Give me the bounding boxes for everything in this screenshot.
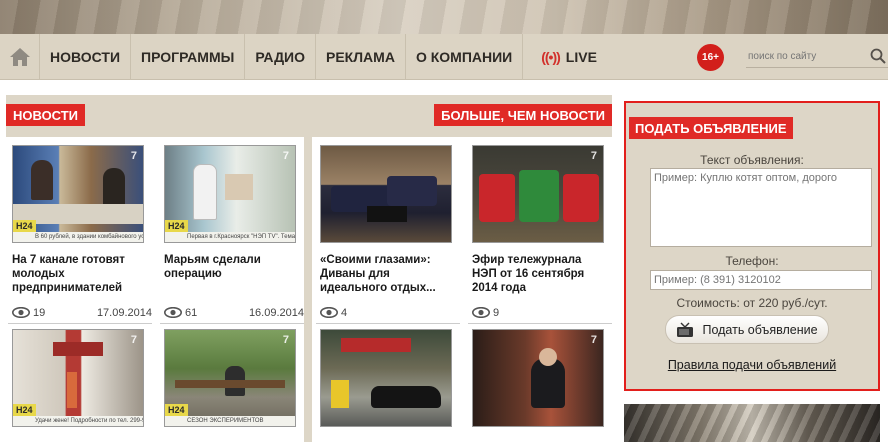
phone-field[interactable] — [650, 270, 872, 290]
submit-ad-label: Подать объявление — [702, 322, 818, 337]
view-count: 19 — [8, 307, 45, 319]
search-input[interactable] — [746, 51, 864, 62]
h24-logo: Н24 — [13, 220, 36, 232]
view-count-value: 9 — [493, 306, 500, 319]
channel-logo: 7 — [282, 150, 289, 162]
news-thumbnail[interactable]: 7 Н24 Удачи жене! Подробности по тел. 29… — [12, 329, 144, 427]
top-banner-image — [0, 0, 888, 34]
section-header-bar: НОВОСТИ БОЛЬШЕ, ЧЕМ НОВОСТИ — [6, 95, 612, 137]
view-count-value: 4 — [341, 306, 348, 319]
nav-item-radio[interactable]: РАДИО — [245, 33, 316, 80]
news-thumbnail[interactable] — [320, 329, 452, 427]
news-title[interactable]: Эфир тележурнала НЭП от 16 сентября 2014… — [472, 253, 606, 295]
main-navigation: НОВОСТИ ПРОГРАММЫ РАДИО РЕКЛАМА О КОМПАН… — [0, 33, 888, 80]
news-thumbnail[interactable]: 7 Н24 В 60 рублей, в здании комбайнового… — [12, 145, 144, 243]
nav-item-programs[interactable]: ПРОГРАММЫ — [131, 33, 246, 80]
h24-logo: Н24 — [165, 220, 188, 232]
view-count-value: 19 — [33, 306, 46, 319]
submit-ad-title: ПОДАТЬ ОБЪЯВЛЕНИЕ — [629, 117, 793, 139]
news-title[interactable]: «Своими глазами»: Диваны для идеального … — [320, 253, 454, 295]
news-thumbnail[interactable]: 7 — [472, 145, 604, 243]
h24-logo: Н24 — [13, 404, 36, 416]
nav-item-advertising[interactable]: РЕКЛАМА — [316, 33, 406, 80]
channel-logo: 7 — [130, 150, 137, 162]
news-title[interactable]: На 7 канале готовят молодых предпринимат… — [12, 253, 146, 295]
column-divider — [304, 137, 312, 442]
eye-icon — [12, 307, 30, 318]
ad-cost-text: Стоимость: от 220 руб./сут. — [676, 296, 828, 310]
news-date: 16.09.2014 — [248, 306, 304, 319]
submit-ad-panel: ПОДАТЬ ОБЪЯВЛЕНИЕ Текст объявления: Теле… — [624, 101, 880, 391]
news-meta: 61 16.09.2014 — [160, 302, 304, 324]
news-ticker: СЕЗОН ЭКСПЕРИМЕНТОВ — [165, 416, 295, 426]
ad-rules-link[interactable]: Правила подачи объявлений — [626, 358, 878, 372]
news-date: 17.09.2014 — [96, 306, 152, 319]
view-count: 4 — [316, 307, 347, 319]
news-thumbnail[interactable]: 7 Н24 Первая в г.Красноярск "НЭП ТV". Те… — [164, 145, 296, 243]
broadcast-icon: ((•)) — [541, 48, 561, 65]
news-section-label[interactable]: НОВОСТИ — [6, 104, 86, 126]
news-thumbnail[interactable]: 7 Н24 СЕЗОН ЭКСПЕРИМЕНТОВ — [164, 329, 296, 427]
eye-icon — [320, 307, 338, 318]
eye-icon — [472, 307, 490, 318]
view-count-value: 61 — [185, 306, 198, 319]
nav-item-live[interactable]: ((•)) LIVE — [523, 34, 607, 80]
nav-item-about[interactable]: О КОМПАНИИ — [406, 33, 524, 80]
h24-logo: Н24 — [165, 404, 188, 416]
home-icon — [9, 47, 30, 66]
view-count: 61 — [160, 307, 197, 319]
news-thumbnail[interactable] — [320, 145, 452, 243]
news-ticker: Удачи жене! Подробности по тел. 299-99-9… — [13, 416, 143, 426]
search-icon[interactable] — [870, 48, 886, 64]
live-label: LIVE — [565, 48, 597, 65]
site-search — [746, 46, 888, 68]
view-count: 9 — [468, 307, 499, 319]
news-meta: 9 — [468, 302, 612, 324]
news-section: НОВОСТИ БОЛЬШЕ, ЧЕМ НОВОСТИ 7 Н24 В 60 р… — [6, 95, 612, 442]
home-button[interactable] — [0, 33, 40, 80]
news-ticker: В 60 рублей, в здании комбайнового устро… — [13, 232, 143, 242]
ad-text-label: Текст объявления: — [700, 153, 804, 167]
nav-item-news[interactable]: НОВОСТИ — [40, 33, 132, 80]
channel-logo: 7 — [282, 334, 289, 346]
promo-banner-image — [624, 404, 880, 442]
age-rating-badge: 16+ — [697, 44, 724, 71]
news-title[interactable]: Марьям сделали операцию — [164, 253, 298, 281]
news-ticker: Первая в г.Красноярск "НЭП ТV". Тема — [165, 232, 295, 242]
news-meta: 4 — [316, 302, 460, 324]
news-thumbnail[interactable]: 7 — [472, 329, 604, 427]
tv-icon — [677, 322, 694, 337]
ad-text-field[interactable] — [650, 168, 872, 247]
submit-ad-button[interactable]: Подать объявление — [665, 315, 829, 344]
news-meta: 19 17.09.2014 — [8, 302, 152, 324]
eye-icon — [164, 307, 182, 318]
channel-logo: 7 — [130, 334, 137, 346]
channel-logo: 7 — [590, 334, 597, 346]
phone-label: Телефон: — [725, 254, 779, 268]
channel-logo: 7 — [590, 150, 597, 162]
more-than-news-label[interactable]: БОЛЬШЕ, ЧЕМ НОВОСТИ — [434, 104, 612, 126]
